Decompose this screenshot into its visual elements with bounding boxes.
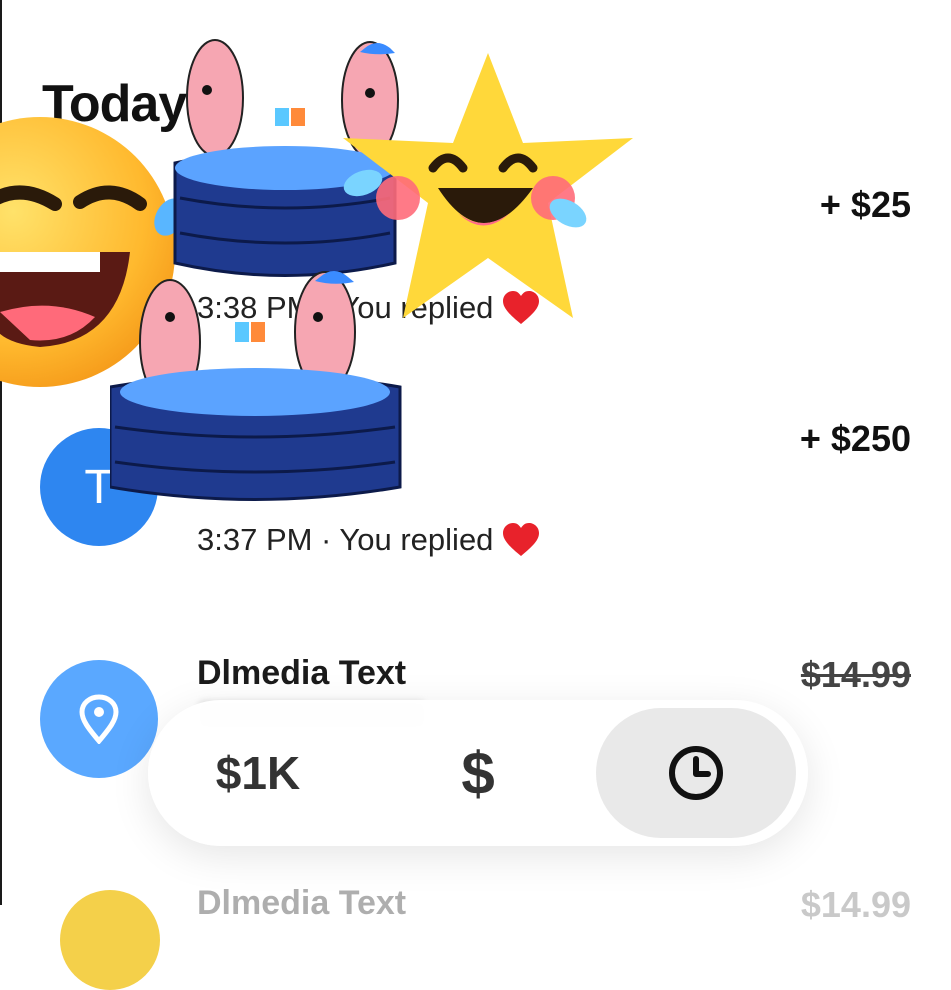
tab-balance[interactable]: $1K	[188, 700, 328, 846]
laughing-star-sticker	[343, 53, 633, 318]
avatar[interactable]	[40, 660, 158, 778]
transaction-2-meta: 3:37 PM · You replied	[197, 522, 541, 558]
heart-icon	[503, 523, 540, 556]
transaction-4-title: Dlmedia Text	[197, 884, 407, 922]
transaction-3-title: Dlmedia Text	[197, 654, 407, 692]
transaction-3-amount: $14.99	[800, 654, 911, 695]
transaction-4-amount: $14.99	[800, 884, 911, 925]
avatar[interactable]	[60, 890, 160, 990]
bottom-tab-bar: $1K $	[148, 700, 808, 846]
clock-icon	[669, 746, 723, 800]
transaction-2-meta-text: 3:37 PM · You replied	[197, 522, 494, 557]
transaction-2-amount: + $250	[799, 418, 911, 459]
tab-pay[interactable]: $	[418, 700, 538, 846]
transaction-1-amount: + $25	[819, 184, 911, 225]
tab-activity[interactable]	[596, 708, 796, 838]
location-pin-icon	[79, 694, 119, 744]
